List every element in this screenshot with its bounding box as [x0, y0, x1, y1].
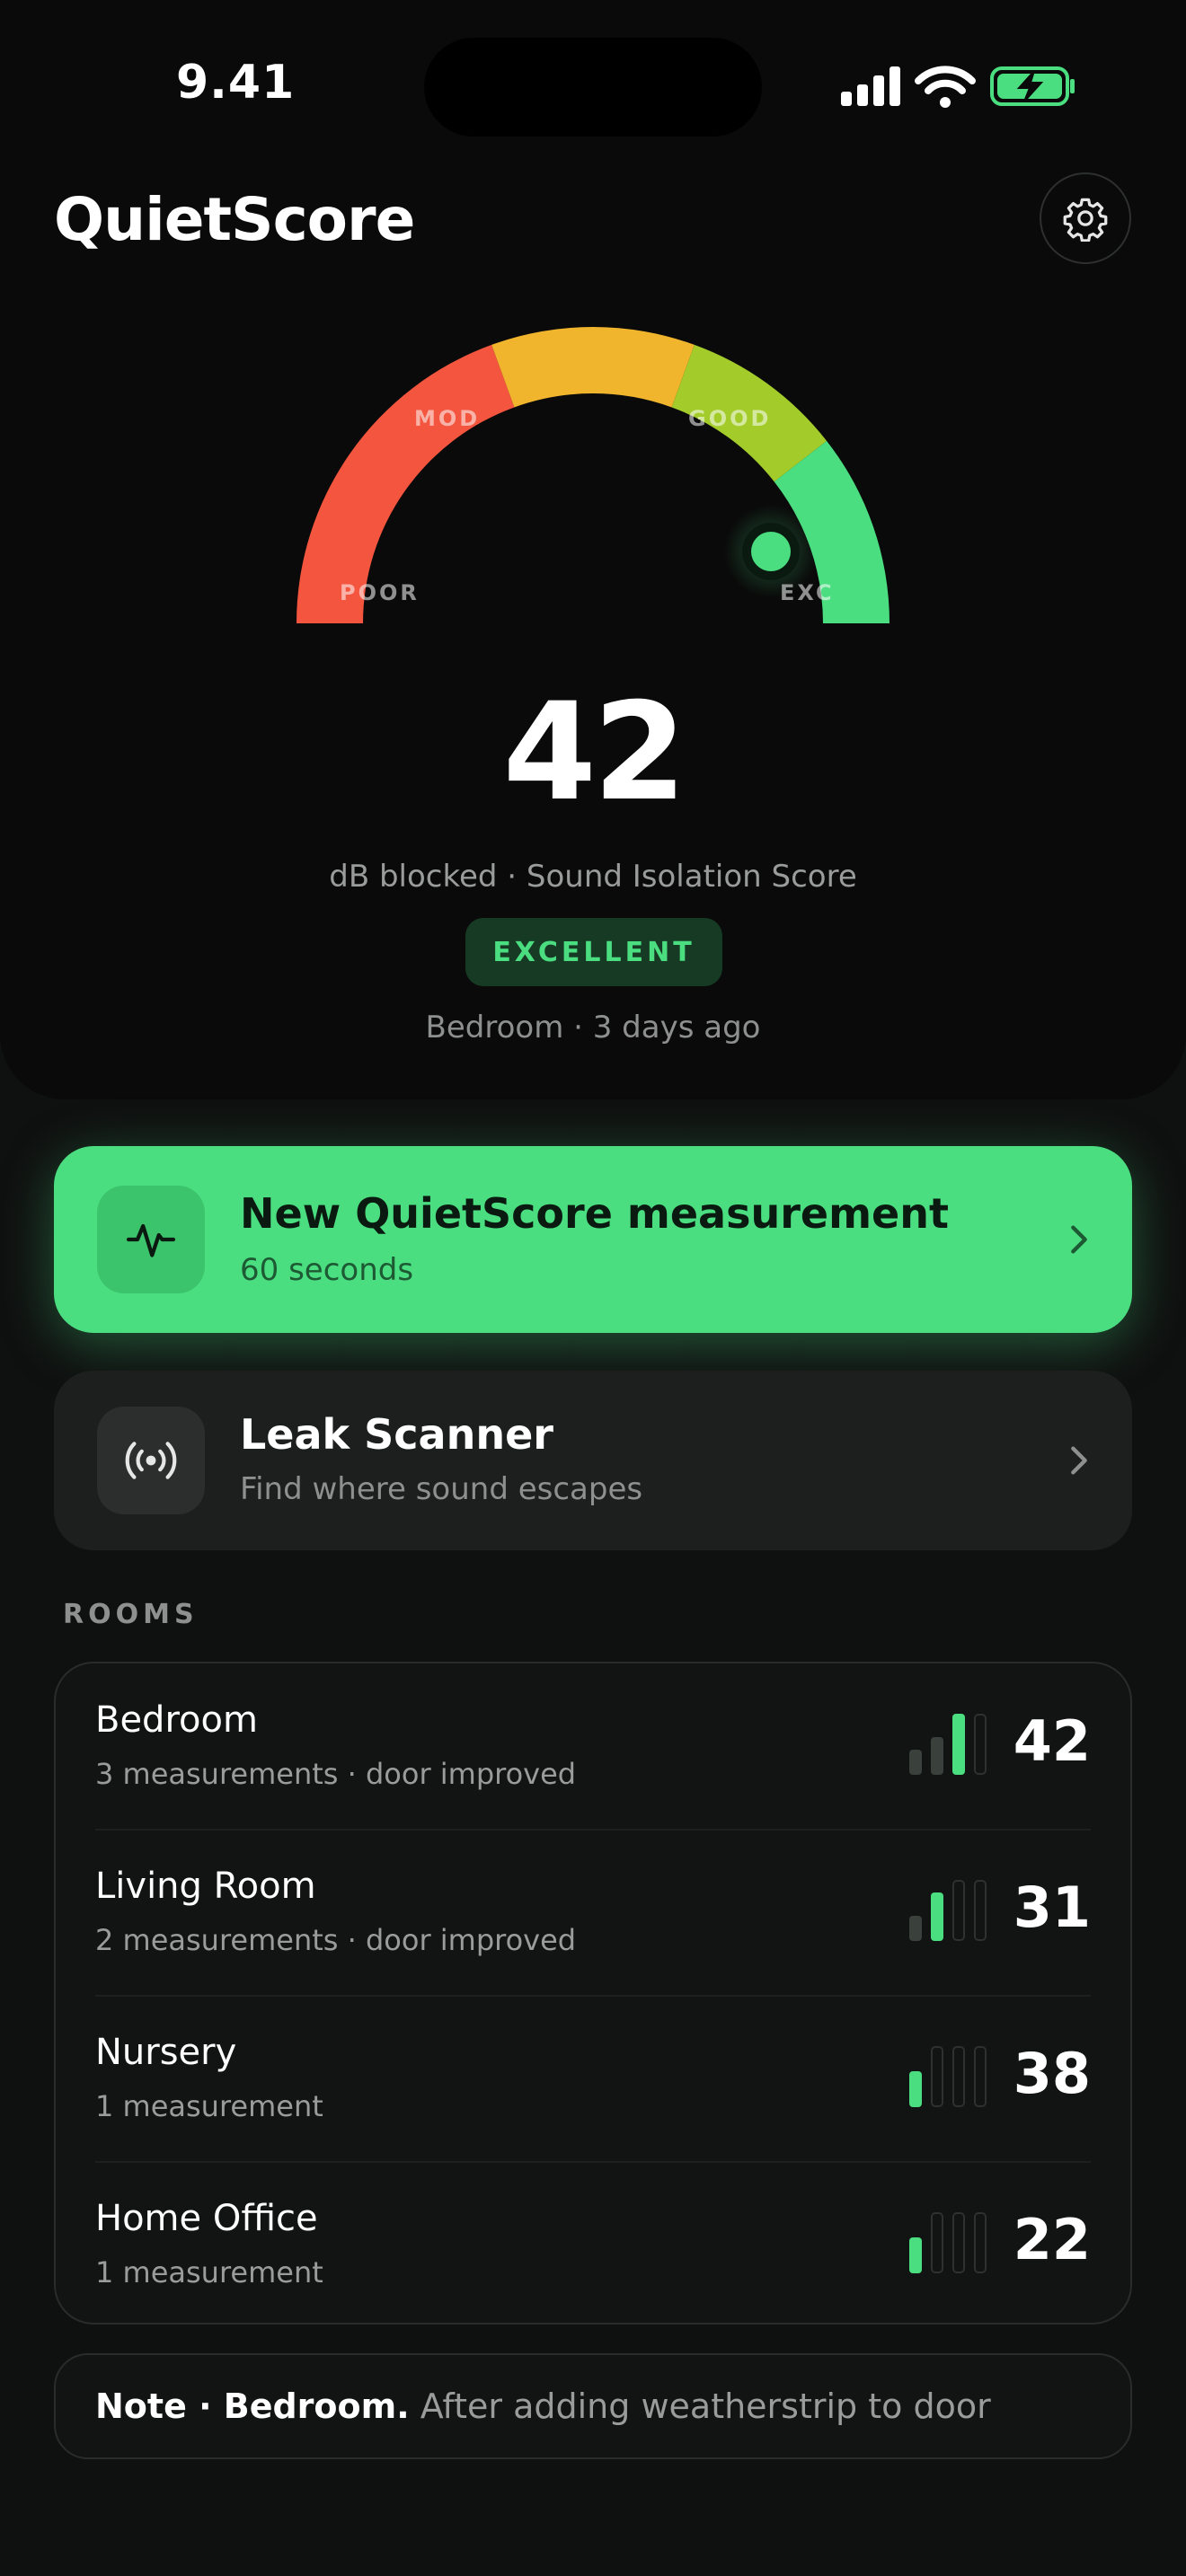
level-bar-empty	[974, 1880, 987, 1941]
last-measurement-info: Bedroom · 3 days ago	[425, 1010, 761, 1045]
room-level-bars	[909, 1880, 987, 1941]
room-name: Living Room	[95, 1866, 316, 1907]
level-bar-empty	[952, 2046, 965, 2107]
level-bar-empty	[974, 2046, 987, 2107]
level-bar-empty	[974, 1714, 987, 1775]
pulse-icon	[97, 1186, 205, 1293]
room-name: Home Office	[95, 2198, 318, 2239]
score-caption: dB blocked · Sound Isolation Score	[329, 859, 857, 895]
score-value: 42	[502, 675, 687, 831]
level-bar-empty	[931, 2046, 943, 2107]
broadcast-icon	[97, 1407, 205, 1514]
room-name: Nursery	[95, 2032, 237, 2073]
level-bar-filled	[909, 1750, 922, 1775]
level-bar-filled	[909, 2237, 922, 2273]
level-bar-filled	[952, 1714, 965, 1775]
gauge-label-poor: POOR	[340, 580, 420, 605]
room-row-home-office[interactable]: Home Office 1 measurement 22	[56, 2162, 1130, 2327]
leak-scanner-button[interactable]: Leak Scanner Find where sound escapes	[54, 1371, 1132, 1550]
new-measurement-title: New QuietScore measurement	[240, 1189, 949, 1238]
room-score: 38	[1013, 2041, 1091, 2106]
level-bar-empty	[931, 2212, 943, 2273]
level-bar-empty	[952, 1880, 965, 1941]
leak-scanner-subtitle: Find where sound escapes	[240, 1471, 643, 1507]
new-measurement-button[interactable]: New QuietScore measurement 60 seconds	[54, 1146, 1132, 1333]
room-score: 42	[1013, 1708, 1091, 1774]
leak-scanner-title: Leak Scanner	[240, 1410, 553, 1459]
gauge-segment-mod	[491, 326, 695, 408]
note-text: After adding weatherstrip to door	[409, 2386, 991, 2426]
room-meta: 1 measurement	[95, 2089, 323, 2123]
level-bar-filled	[909, 1916, 922, 1941]
status-badge: EXCELLENT	[465, 918, 722, 986]
room-meta: 2 measurements · door improved	[95, 1923, 577, 1957]
rooms-section-header: ROOMS	[63, 1599, 199, 1630]
room-name: Bedroom	[95, 1699, 258, 1741]
room-level-bars	[909, 2046, 987, 2107]
gauge-label-mod: MOD	[414, 406, 481, 431]
room-row-bedroom[interactable]: Bedroom 3 measurements · door improved 4…	[56, 1663, 1130, 1829]
level-bar-empty	[952, 2212, 965, 2273]
chevron-right-icon	[1071, 1225, 1087, 1254]
gauge-label-exc: EXC	[780, 580, 835, 605]
level-bar-filled	[909, 2071, 922, 2107]
gauge-indicator	[751, 532, 791, 571]
room-score: 22	[1013, 2207, 1091, 2272]
room-row-nursery[interactable]: Nursery 1 measurement 38	[56, 1996, 1130, 2161]
room-meta: 3 measurements · door improved	[95, 1757, 577, 1791]
room-level-bars	[909, 1714, 987, 1775]
room-score: 31	[1013, 1875, 1091, 1940]
chevron-right-icon	[1071, 1446, 1087, 1475]
level-bar-empty	[974, 2212, 987, 2273]
rooms-list: Bedroom 3 measurements · door improved 4…	[54, 1662, 1132, 2325]
level-bar-filled	[931, 1892, 943, 1941]
note-prefix: Note · Bedroom.	[95, 2386, 410, 2426]
level-bar-filled	[931, 1737, 943, 1775]
gauge-label-good: GOOD	[688, 406, 772, 431]
new-measurement-subtitle: 60 seconds	[240, 1252, 414, 1288]
room-meta: 1 measurement	[95, 2255, 323, 2289]
score-gauge	[296, 326, 890, 623]
room-row-living-room[interactable]: Living Room 2 measurements · door improv…	[56, 1830, 1130, 1995]
note-card[interactable]: Note · Bedroom. After adding weatherstri…	[54, 2353, 1132, 2459]
room-level-bars	[909, 2212, 987, 2273]
